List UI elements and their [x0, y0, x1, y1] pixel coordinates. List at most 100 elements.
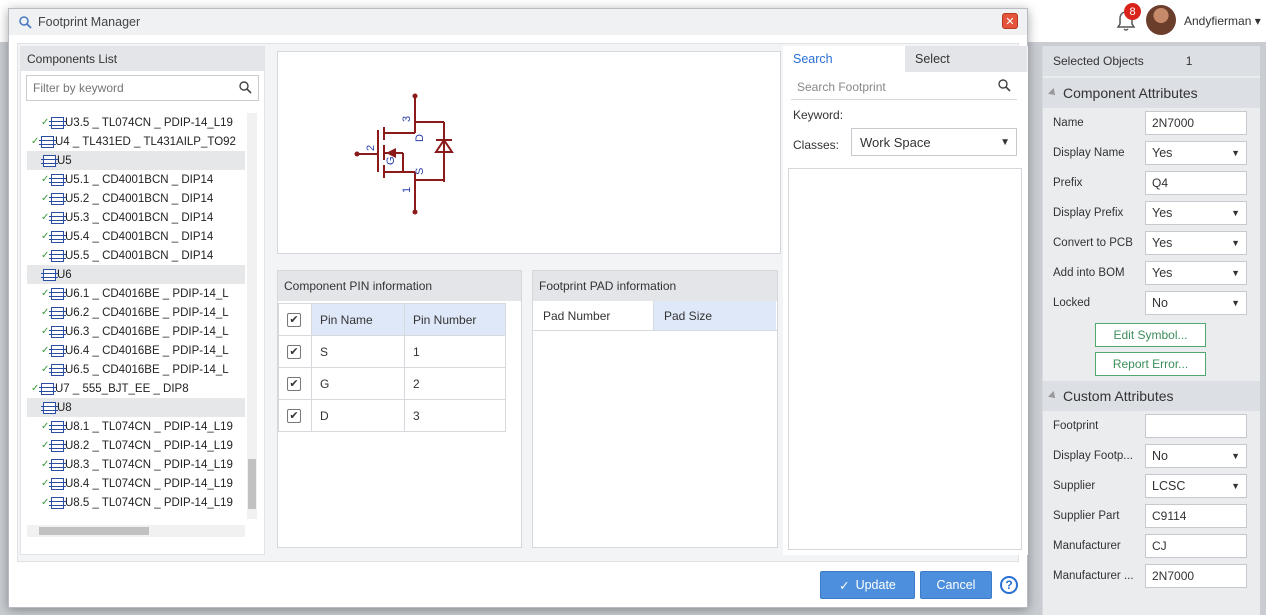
pin-row-checkbox[interactable]: ✔ [287, 408, 301, 423]
property-input[interactable]: 2N7000 [1145, 111, 1247, 135]
property-input[interactable]: CJ [1145, 534, 1247, 558]
tree-component-row[interactable]: ✓ U8.5 _ TL074CN _ PDIP-14_L19 [27, 493, 245, 512]
component-attributes-header[interactable]: Component Attributes [1043, 78, 1260, 108]
close-button[interactable]: ✕ [1002, 13, 1018, 29]
classes-select[interactable]: Work Space ▼ [851, 128, 1017, 156]
component-attributes-title: Component Attributes [1063, 85, 1198, 101]
cancel-button[interactable]: Cancel [920, 571, 992, 599]
tree-component-row[interactable]: ✓ U5.4 _ CD4001BCN _ DIP14 [27, 227, 245, 246]
property-select[interactable]: Yes ▼ [1145, 141, 1247, 165]
dialog-titlebar[interactable]: Footprint Manager [9, 9, 1027, 35]
tree-component-row[interactable]: ✓ U6.4 _ CD4016BE _ PDIP-14_L [27, 341, 245, 360]
tree-component-row[interactable]: ✓ U5.3 _ CD4001BCN _ DIP14 [27, 208, 245, 227]
caret-down-icon: ▾ [1254, 14, 1261, 28]
custom-attributes-header[interactable]: Custom Attributes [1043, 381, 1260, 411]
property-label: Add into BOM [1053, 267, 1125, 279]
property-row: Manufacturer CJ [1043, 531, 1260, 561]
search-icon[interactable] [998, 79, 1011, 92]
selected-objects-count: 1 [1185, 54, 1193, 68]
edit-symbol-button[interactable]: Edit Symbol... [1095, 323, 1206, 347]
tree-component-row[interactable]: ✓ U6.2 _ CD4016BE _ PDIP-14_L [27, 303, 245, 322]
dropdown-arrow-icon: ▼ [1231, 238, 1240, 248]
property-label: Supplier Part [1053, 510, 1120, 522]
horizontal-scrollbar[interactable] [27, 525, 245, 537]
select-all-checkbox[interactable]: ✔ [287, 312, 301, 327]
tree-group-row[interactable]: U8 [27, 398, 245, 417]
tree-component-row[interactable]: ✓ U8.1 _ TL074CN _ PDIP-14_L19 [27, 417, 245, 436]
property-select[interactable]: Yes ▼ [1145, 261, 1247, 285]
username-menu[interactable]: Andyfierman ▾ [1184, 14, 1261, 28]
properties-panel: Selected Objects 1 Component Attributes … [1042, 46, 1260, 615]
search-footprint-input[interactable]: Search Footprint [791, 74, 1017, 100]
tree-component-row[interactable]: ✓ U5.2 _ CD4001BCN _ DIP14 [27, 189, 245, 208]
search-results-list[interactable] [788, 168, 1022, 550]
report-error-button[interactable]: Report Error... [1095, 352, 1206, 376]
component-icon [49, 458, 66, 471]
tree-row-label: U5.4 _ CD4001BCN _ DIP14 [65, 230, 214, 243]
property-row: Locked No ▼ [1043, 288, 1260, 318]
components-tree: ✓ U3.5 _ TL074CN _ PDIP-14_L19 ✓ U4 _ TL431… [27, 113, 245, 513]
property-row: Manufacturer ... 2N7000 [1043, 561, 1260, 591]
tree-component-row[interactable]: ✓ U5.5 _ CD4001BCN _ DIP14 [27, 246, 245, 265]
property-select[interactable]: No ▼ [1145, 444, 1247, 468]
pad-table-header: Pad Number Pad Size [533, 301, 777, 331]
property-input[interactable]: 2N7000 [1145, 564, 1247, 588]
tree-component-row[interactable]: ✓ U6.5 _ CD4016BE _ PDIP-14_L [27, 360, 245, 379]
tree-component-row[interactable]: ✓ U7 _ 555_BJT_EE _ DIP8 [27, 379, 245, 398]
property-select[interactable]: No ▼ [1145, 291, 1247, 315]
collapse-triangle-icon [1048, 391, 1058, 401]
pin-information-title: Component PIN information [278, 271, 521, 301]
tree-group-row[interactable]: U6 [27, 265, 245, 284]
tree-component-row[interactable]: ✓ U3.5 _ TL074CN _ PDIP-14_L19 [27, 113, 245, 132]
help-icon[interactable]: ? [1000, 576, 1018, 594]
pin-row-checkbox[interactable]: ✔ [287, 376, 301, 391]
custom-attributes-list: Footprint Display Footp... No ▼ Supplier LCSC… [1043, 411, 1260, 591]
dropdown-arrow-icon: ▼ [1231, 268, 1240, 278]
property-input[interactable] [1145, 414, 1247, 438]
property-input[interactable]: C9114 [1145, 504, 1247, 528]
update-button[interactable]: ✓ Update [820, 571, 915, 599]
pin-row-checkbox[interactable]: ✔ [287, 344, 301, 359]
tree-component-row[interactable]: ✓ U8.4 _ TL074CN _ PDIP-14_L19 [27, 474, 245, 493]
check-icon: ✓ [41, 193, 50, 204]
property-row: Convert to PCB Yes ▼ [1043, 228, 1260, 258]
check-icon: ✓ [41, 231, 50, 242]
tree-component-row[interactable]: ✓ U8.3 _ TL074CN _ PDIP-14_L19 [27, 455, 245, 474]
property-select[interactable]: LCSC ▼ [1145, 474, 1247, 498]
pad-information-title: Footprint PAD information [533, 271, 777, 301]
tree-group-row[interactable]: U5 [27, 151, 245, 170]
property-input[interactable]: Q4 [1145, 171, 1247, 195]
component-icon [49, 306, 66, 319]
property-select[interactable]: Yes ▼ [1145, 201, 1247, 225]
scrollbar-thumb[interactable] [39, 527, 149, 535]
property-label: Name [1053, 117, 1084, 129]
username-label: Andyfierman [1184, 14, 1252, 28]
avatar[interactable] [1146, 5, 1176, 35]
column-header-pin-number[interactable]: Pin Number [404, 303, 506, 336]
column-header-pin-name[interactable]: Pin Name [311, 303, 405, 336]
pin-name-cell: D [311, 399, 405, 432]
component-icon [49, 211, 66, 224]
vertical-scrollbar[interactable] [247, 113, 257, 519]
tree-component-row[interactable]: ✓ U6.1 _ CD4016BE _ PDIP-14_L [27, 284, 245, 303]
tree-component-row[interactable]: ✓ U5.1 _ CD4001BCN _ DIP14 [27, 170, 245, 189]
tree-row-label: U7 _ 555_BJT_EE _ DIP8 [55, 382, 189, 395]
component-icon [49, 116, 66, 129]
tree-component-row[interactable]: ✓ U4 _ TL431ED _ TL431AILP_TO92 [27, 132, 245, 151]
tree-component-row[interactable]: ✓ U6.3 _ CD4016BE _ PDIP-14_L [27, 322, 245, 341]
property-select[interactable]: Yes ▼ [1145, 231, 1247, 255]
pin-row-check-cell: ✔ [278, 335, 312, 368]
filter-input[interactable] [27, 77, 227, 99]
tree-component-row[interactable]: ✓ U8.2 _ TL074CN _ PDIP-14_L19 [27, 436, 245, 455]
component-icon [49, 173, 66, 186]
component-icon [39, 135, 56, 148]
search-icon[interactable] [239, 81, 252, 94]
column-header-pad-number[interactable]: Pad Number [533, 301, 654, 330]
tab-select[interactable]: Select [905, 46, 1027, 72]
scrollbar-thumb[interactable] [248, 459, 256, 509]
tree-row-label: U6.3 _ CD4016BE _ PDIP-14_L [65, 325, 229, 338]
property-label: Display Prefix [1053, 207, 1124, 219]
column-header-pad-size[interactable]: Pad Size [654, 301, 776, 330]
tab-search[interactable]: Search [783, 46, 905, 72]
check-icon: ✓ [41, 345, 50, 356]
